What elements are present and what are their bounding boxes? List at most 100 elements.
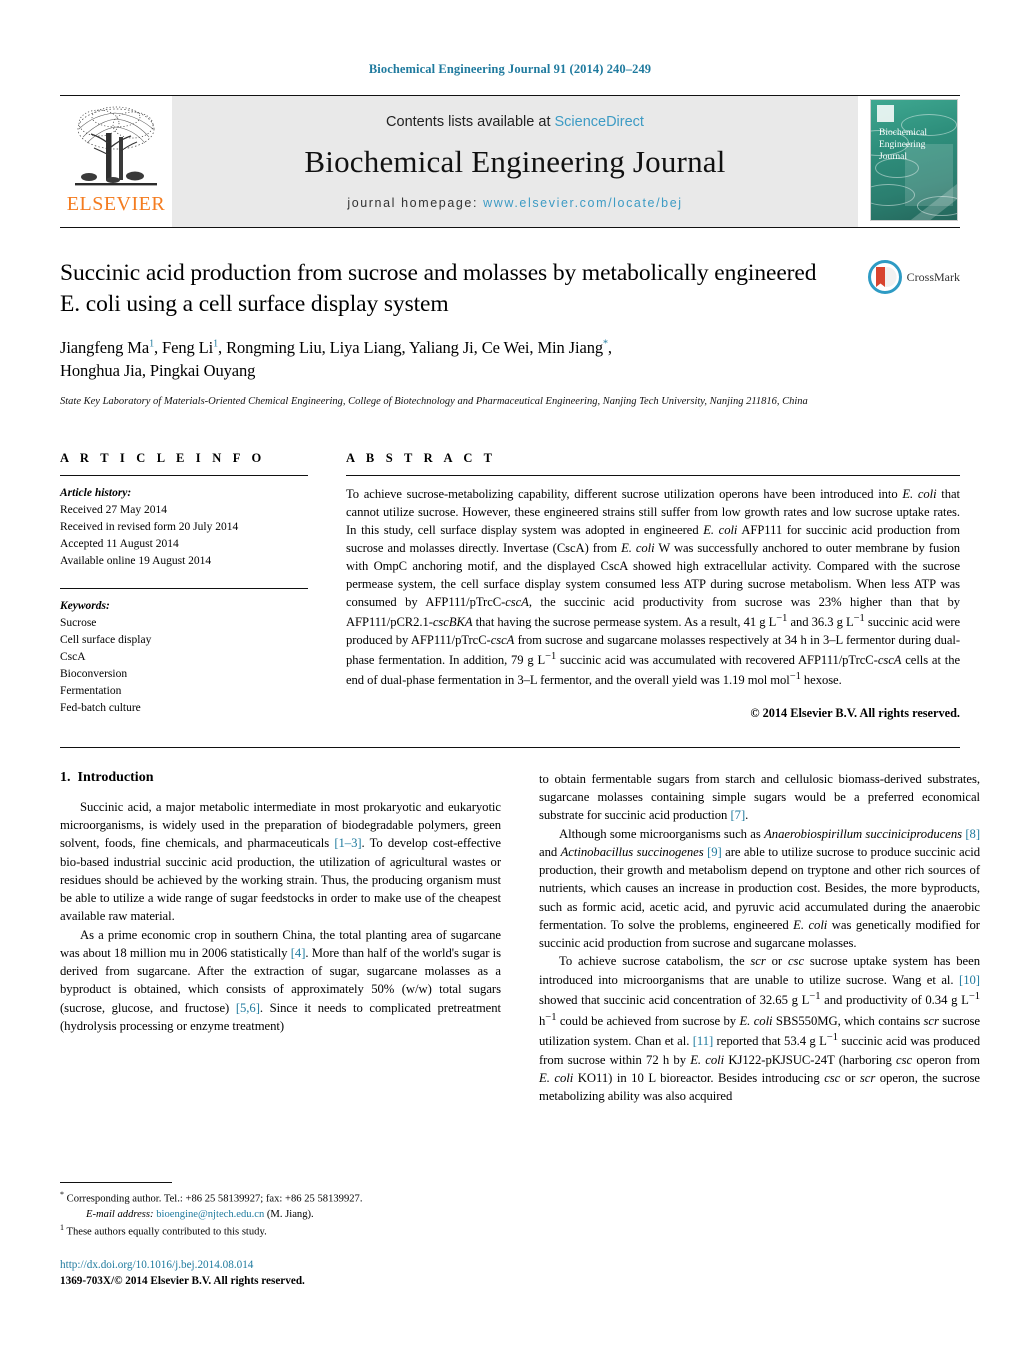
para-seg: KO11) in 10 L bioreactor. Besides introd…	[573, 1070, 825, 1085]
para-seg: KJ122-pKJSUC-24T (harboring	[724, 1052, 897, 1067]
footnote-rule	[60, 1182, 172, 1184]
journal-title: Biochemical Engineering Journal	[304, 143, 726, 179]
intro-paragraph-5: To achieve sucrose catabolism, the scr o…	[539, 952, 980, 1105]
keyword-item: Sucrose	[60, 617, 97, 630]
organism-name: E. coli	[793, 917, 828, 932]
body-separator-rule	[60, 746, 960, 748]
footnote-block: * Corresponding author. Tel.: +86 25 581…	[60, 1182, 501, 1290]
elsevier-wordmark: ELSEVIER	[66, 193, 166, 215]
unit-superscript: −1	[809, 991, 821, 1003]
article-history-label: Article history:	[60, 487, 132, 500]
crossmark-badge[interactable]: CrossMark	[867, 260, 960, 294]
info-abstract-section: A R T I C L E I N F O Article history: R…	[60, 451, 960, 721]
para-seg: .	[745, 808, 749, 823]
cover-title: Biochemical Engineering Journal	[879, 127, 927, 163]
para-seg: or	[765, 954, 788, 969]
para-seg: and productivity of 0.34 g L	[820, 993, 969, 1008]
abstract-gene: cscBKA	[432, 615, 473, 630]
para-seg: to obtain fermentable sugars from starch…	[539, 771, 980, 823]
title-block: Succinic acid production from sucrose an…	[60, 258, 960, 409]
affiliation: State Key Laboratory of Materials-Orient…	[60, 395, 808, 407]
abstract-organism: E. coli	[621, 541, 655, 556]
history-received: Received 27 May 2014	[60, 504, 167, 517]
para-seg: showed that succinic acid concentration …	[539, 993, 810, 1008]
abstract-seg: and 36.3 g L	[787, 615, 854, 630]
section-number: 1.	[60, 769, 71, 785]
citation-ref[interactable]: [4]	[291, 946, 306, 960]
history-online: Available online 19 August 2014	[60, 555, 212, 568]
abstract-superscript: −1	[789, 671, 801, 683]
contents-prefix: Contents lists available at	[386, 113, 555, 130]
abstract-seg: hexose.	[800, 673, 842, 688]
intro-paragraph-1: Succinic acid, a major metabolic interme…	[60, 798, 501, 926]
para-seg: To achieve sucrose catabolism, the	[559, 954, 751, 969]
keyword-item: Fermentation	[60, 685, 122, 698]
journal-masthead: ELSEVIER Contents lists available at Sci…	[60, 95, 960, 227]
unit-superscript: −1	[826, 1032, 838, 1044]
gene-name: csc	[896, 1052, 913, 1067]
citation-ref[interactable]: [8]	[965, 827, 980, 841]
abstract-gene: cscA	[877, 653, 902, 668]
abstract-body: To achieve sucrose-metabolizing capabili…	[346, 485, 960, 690]
author-rest: , Rongming Liu, Liya Liang, Yaliang Ji, …	[218, 338, 604, 358]
abstract-gene: cscA	[505, 595, 529, 610]
citation-ref[interactable]: [1–3]	[334, 836, 361, 850]
abstract-copyright: © 2014 Elsevier B.V. All rights reserved…	[750, 705, 960, 720]
citation-ref[interactable]: [11]	[693, 1034, 714, 1048]
masthead-bottom-rule	[60, 227, 960, 228]
cover-elsevier-mark	[877, 105, 894, 122]
para-seg: and	[539, 844, 561, 859]
keyword-item: CscA	[60, 651, 86, 664]
abstract-organism: E. coli	[703, 523, 738, 538]
running-head: Biochemical Engineering Journal 91 (2014…	[368, 62, 652, 76]
author-feng-li: , Feng Li	[153, 338, 214, 358]
footnote-marker-star: *	[60, 1190, 64, 1200]
section-heading-introduction: 1. Introduction	[60, 770, 501, 786]
abstract-column: A B S T R A C T To achieve sucrose-metab…	[346, 451, 960, 721]
history-revised: Received in revised form 20 July 2014	[60, 521, 239, 534]
homepage-url-link[interactable]: www.elsevier.com/locate/bej	[483, 196, 683, 210]
footnote-corresponding-author: * Corresponding author. Tel.: +86 25 581…	[60, 1189, 501, 1222]
abstract-gene: cscA	[490, 633, 515, 648]
doi-link[interactable]: http://dx.doi.org/10.1016/j.bej.2014.08.…	[60, 1257, 501, 1273]
keywords-group: Keywords: Sucrose Cell surface display C…	[60, 598, 308, 717]
intro-paragraph-3: to obtain fermentable sugars from starch…	[539, 770, 980, 825]
email-label: E-mail address:	[86, 1208, 154, 1220]
article-history-group: Article history: Received 27 May 2014 Re…	[60, 485, 308, 570]
footnote-corresponding-text: Corresponding author. Tel.: +86 25 58139…	[66, 1193, 363, 1205]
organism-name: E. coli	[539, 1070, 574, 1085]
citation-ref[interactable]: [10]	[959, 973, 980, 987]
contents-available-line: Contents lists available at ScienceDirec…	[386, 114, 644, 130]
journal-cover-thumbnail: Biochemical Engineering Journal	[858, 96, 960, 227]
abstract-superscript: −1	[545, 651, 557, 663]
sciencedirect-link[interactable]: ScienceDirect	[555, 114, 644, 130]
author-jiangfeng-ma: Jiangfeng Ma	[60, 338, 150, 358]
doi-block: http://dx.doi.org/10.1016/j.bej.2014.08.…	[60, 1257, 501, 1289]
abstract-superscript: −1	[776, 613, 788, 625]
abstract-seg: To achieve sucrose-metabolizing capabili…	[346, 487, 903, 502]
crossmark-label: CrossMark	[906, 269, 960, 284]
citation-ref[interactable]: [7]	[730, 808, 745, 822]
abstract-rule	[346, 475, 960, 477]
email-link[interactable]: bioengine@njtech.edu.cn	[156, 1209, 264, 1220]
keyword-item: Cell surface display	[60, 634, 152, 647]
abstract-superscript: −1	[853, 613, 865, 625]
keyword-item: Bioconversion	[60, 668, 128, 681]
history-accepted: Accepted 11 August 2014	[60, 538, 179, 551]
para-seg: reported that 53.4 g L	[713, 1034, 827, 1049]
footnote-equal-text: These authors equally contributed to thi…	[66, 1226, 267, 1238]
gene-name: scr	[859, 1070, 876, 1085]
article-info-heading: A R T I C L E I N F O	[60, 451, 266, 466]
citation-ref[interactable]: [9]	[707, 845, 722, 859]
body-columns: 1. Introduction Succinic acid, a major me…	[60, 770, 980, 1290]
article-info-column: A R T I C L E I N F O Article history: R…	[60, 451, 308, 721]
gene-name: csc	[824, 1070, 841, 1085]
citation-ref[interactable]: [5,6]	[236, 1001, 260, 1015]
footnote-equal-contribution: 1 These authors equally contributed to t…	[60, 1222, 501, 1240]
keyword-item: Fed-batch culture	[60, 702, 141, 715]
cover-title-line-3: Journal	[879, 152, 907, 162]
author-list: Jiangfeng Ma1, Feng Li1, Rongming Liu, L…	[60, 336, 840, 383]
organism-name: Actinobacillus succinogenes	[560, 844, 704, 859]
issn-copyright-line: 1369-703X/© 2014 Elsevier B.V. All right…	[60, 1275, 305, 1288]
keywords-label: Keywords:	[60, 600, 110, 613]
